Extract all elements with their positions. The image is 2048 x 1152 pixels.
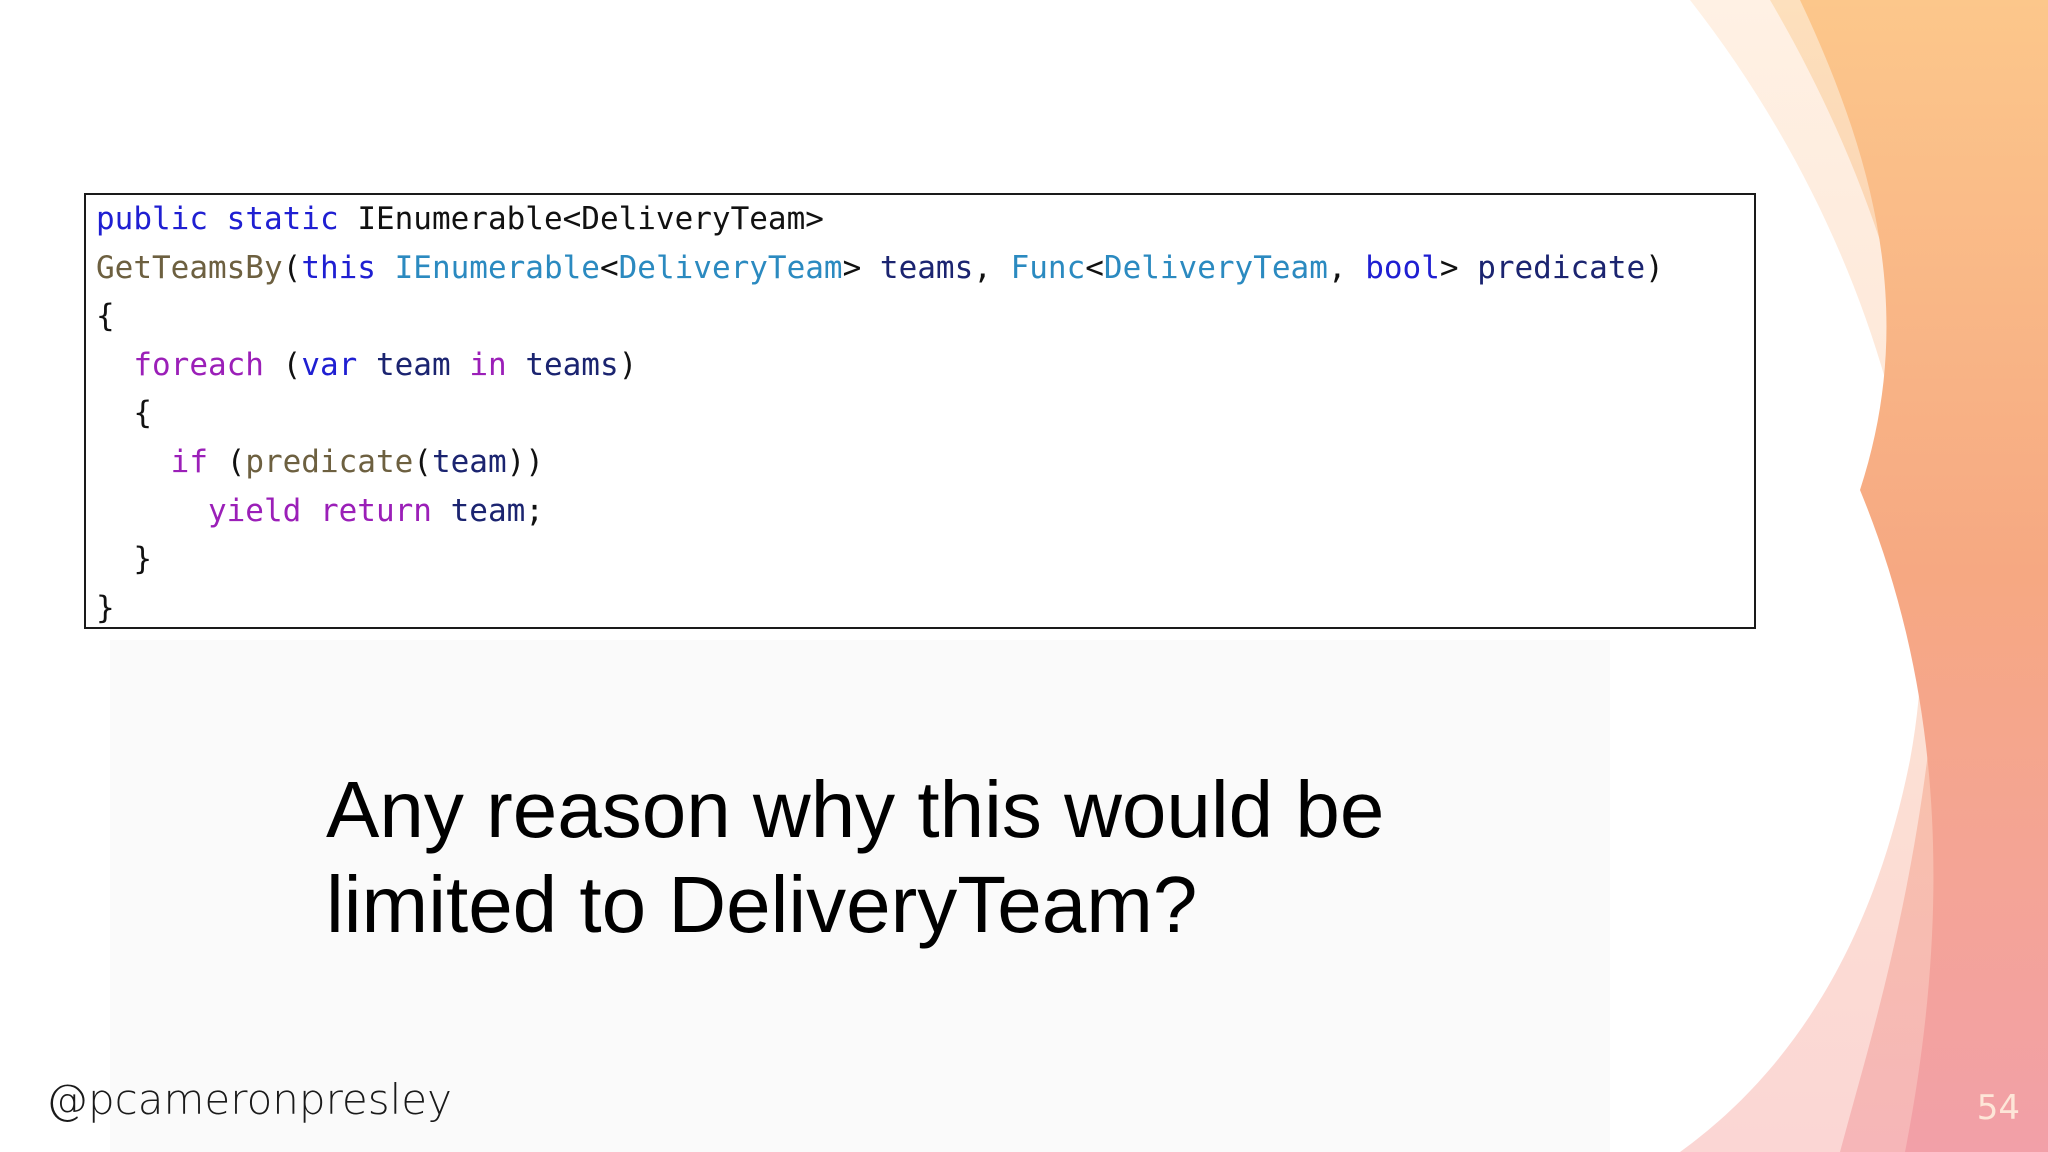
- code-line: if (predicate(team)): [96, 438, 1744, 487]
- code-token: team: [431, 443, 507, 480]
- code-token: static: [226, 201, 339, 237]
- code-token: IEnumerable<DeliveryTeam>: [357, 201, 824, 237]
- code-token: return: [319, 492, 432, 529]
- question-text: Any reason why this would be limited to …: [326, 762, 1526, 952]
- code-token: {: [96, 395, 152, 432]
- code-token: IEnumerable: [394, 249, 600, 286]
- code-line: }: [96, 584, 1744, 627]
- code-token: }: [96, 589, 115, 626]
- code-token: teams: [525, 346, 619, 383]
- code-snippet: public static IEnumerable<DeliveryTeam> G…: [84, 193, 1756, 629]
- code-token: team: [450, 492, 526, 529]
- code-token: GetTeamsBy: [96, 249, 283, 286]
- code-token: (: [282, 249, 302, 286]
- code-token: <: [599, 249, 619, 286]
- code-line: yield return team;: [96, 487, 1744, 536]
- code-token: if: [170, 443, 208, 480]
- code-token: public: [96, 201, 208, 237]
- code-line: public static IEnumerable<DeliveryTeam>: [96, 195, 1744, 244]
- code-token: DeliveryTeam: [1103, 249, 1328, 286]
- code-token: {: [96, 298, 115, 335]
- code-token: ): [1645, 249, 1664, 286]
- code-token: var: [301, 346, 358, 383]
- code-token: ,: [973, 249, 1011, 286]
- code-token: DeliveryTeam: [618, 249, 843, 286]
- code-token: yield: [207, 492, 302, 529]
- code-token: teams: [879, 249, 974, 286]
- page-number: 54: [1976, 1088, 2020, 1128]
- code-token: ;: [525, 492, 544, 529]
- question-line-2: limited to DeliveryTeam?: [326, 860, 1198, 949]
- code-token: predicate: [1477, 249, 1646, 286]
- code-token: <: [1085, 249, 1104, 286]
- code-token: }: [96, 541, 152, 578]
- code-token: >: [1439, 249, 1478, 286]
- code-token: ): [618, 346, 638, 383]
- code-line: {: [96, 292, 1744, 341]
- code-token: >: [842, 249, 880, 286]
- code-token: (: [207, 443, 246, 480]
- code-token: in: [469, 346, 507, 383]
- code-token: (: [263, 346, 302, 383]
- code-line: {: [96, 389, 1744, 438]
- code-token: foreach: [133, 346, 264, 383]
- code-token: ,: [1327, 249, 1366, 286]
- code-line: foreach (var team in teams): [96, 341, 1744, 390]
- code-token: Func: [1010, 249, 1086, 286]
- question-line-1: Any reason why this would be: [326, 765, 1385, 854]
- code-token: predicate: [245, 443, 414, 480]
- code-token: (: [413, 443, 432, 480]
- code-line: }: [96, 535, 1744, 584]
- code-line: GetTeamsBy(this IEnumerable<DeliveryTeam…: [96, 244, 1744, 293]
- twitter-handle: @pcameronpresley: [46, 1075, 452, 1124]
- code-token: )): [506, 443, 544, 480]
- code-token: bool: [1365, 249, 1440, 286]
- code-token: team: [375, 346, 451, 383]
- code-token: this: [301, 249, 376, 286]
